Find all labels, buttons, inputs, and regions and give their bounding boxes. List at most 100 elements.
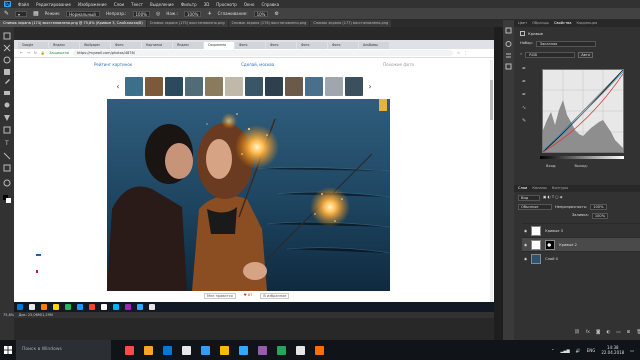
gallery-thumbnail[interactable]: [245, 76, 263, 96]
taskbar-app-icon[interactable]: [163, 345, 172, 355]
gallery-thumbnail[interactable]: [145, 76, 163, 96]
kind-label[interactable]: Вид: [518, 195, 540, 201]
taskbar-app-icon[interactable]: [315, 345, 324, 355]
document-canvas[interactable]: Google Яндекс Wallpaper Фото Картинки Ян…: [14, 40, 494, 312]
site-nav-left[interactable]: Рейтинг картинок: [94, 62, 132, 68]
menu-file[interactable]: Файл: [18, 2, 29, 7]
menu-dots-icon[interactable]: ⋮: [464, 51, 468, 55]
menu-text[interactable]: Текст: [131, 2, 143, 7]
hand-tool-icon[interactable]: ☝: [520, 52, 522, 58]
like-button[interactable]: Мне нравится: [204, 293, 236, 299]
menu-select[interactable]: Выделение: [150, 2, 174, 7]
eye-icon[interactable]: ◉: [524, 243, 527, 247]
taskbar-app-icon[interactable]: [296, 345, 305, 355]
reload-icon[interactable]: ↻: [34, 51, 37, 55]
doc-tab[interactable]: Снимок экрана (176) восстановлено.png: [228, 20, 310, 27]
forward-icon[interactable]: →: [27, 51, 30, 55]
network-icon[interactable]: ▂▄▆: [560, 348, 569, 353]
taskbar-app-icon[interactable]: [258, 345, 267, 355]
gallery-thumbnail[interactable]: [325, 76, 343, 96]
opacity-field[interactable]: 100%: [132, 10, 150, 17]
start-button[interactable]: [0, 340, 16, 360]
trash-icon[interactable]: 🗑: [636, 330, 640, 335]
gallery-thumbnail[interactable]: [265, 76, 283, 96]
adjust-icon[interactable]: ◐: [606, 330, 610, 335]
language-indicator[interactable]: ENG: [587, 348, 596, 353]
url-field[interactable]: https://mywall.com/photos/4876/: [73, 50, 454, 56]
tray-up-icon[interactable]: ⌃: [551, 348, 554, 353]
pencil-icon[interactable]: ✎: [522, 118, 526, 124]
tab-adjustments[interactable]: Коррекция: [577, 20, 598, 27]
star-icon[interactable]: ☆: [457, 51, 460, 55]
taskbar-app-icon[interactable]: [144, 345, 153, 355]
browser-tab[interactable]: Фото: [328, 42, 358, 49]
airbrush-icon[interactable]: ✈: [207, 11, 211, 17]
smoothing-field[interactable]: 10%: [253, 10, 269, 17]
gallery-thumbnail[interactable]: [185, 76, 203, 96]
clock[interactable]: 14:38 22.04.2018: [601, 345, 624, 355]
gallery-thumbnail[interactable]: [285, 76, 303, 96]
menu-window[interactable]: Окно: [244, 2, 255, 7]
next-arrow-icon[interactable]: ›: [366, 77, 374, 96]
brush-panel-icon[interactable]: ▦: [33, 10, 39, 17]
fx-icon[interactable]: fx: [586, 330, 590, 335]
layer-name[interactable]: Кривые 3: [545, 229, 563, 233]
doc-tab[interactable]: Снимок экрана (177) восстановлено.png: [310, 20, 392, 27]
opacity-field[interactable]: 100%: [590, 204, 607, 210]
taskbar-app-icon[interactable]: [239, 345, 248, 355]
tab-channels[interactable]: Каналы: [532, 185, 546, 192]
preset-select[interactable]: Заказная: [535, 41, 596, 47]
brush-size-field[interactable]: ▾: [15, 10, 28, 17]
tab-color[interactable]: Цвет: [518, 20, 527, 27]
gallery-thumbnail[interactable]: [305, 76, 323, 96]
volume-icon[interactable]: 🔊: [576, 348, 581, 353]
doc-tab[interactable]: Снимок экрана (175) восстановлено.png: [146, 20, 228, 27]
browser-scrollbar[interactable]: [490, 60, 493, 310]
browser-tab[interactable]: Wallpaper: [80, 42, 110, 49]
menu-help[interactable]: Справка: [261, 2, 279, 7]
browser-tab[interactable]: Картинки: [142, 42, 172, 49]
notifications-icon[interactable]: ▭: [630, 348, 634, 353]
brush-tool-icon[interactable]: ✎: [4, 10, 9, 17]
menu-layers[interactable]: Слои: [114, 2, 124, 7]
mask-icon[interactable]: ◙: [596, 330, 600, 335]
menu-edit[interactable]: Редактирование: [36, 2, 71, 7]
curves-graph[interactable]: [542, 69, 624, 153]
panel-icons[interactable]: [503, 20, 514, 140]
gallery-thumbnail[interactable]: [165, 76, 183, 96]
layer-row[interactable]: ◉ Кривые 3: [522, 223, 640, 237]
layer-row-selected[interactable]: ◉ Кривые 2: [522, 237, 640, 251]
browser-tab[interactable]: Google: [18, 42, 48, 49]
menu-image[interactable]: Изображение: [78, 2, 107, 7]
layer-row[interactable]: ◉ Слой 0: [522, 251, 640, 265]
flag-icon[interactable]: [36, 270, 41, 273]
menu-view[interactable]: Просмотр: [216, 2, 237, 7]
tab-swatches[interactable]: Образцы: [532, 20, 549, 27]
tab-properties[interactable]: Свойства: [554, 20, 572, 27]
gallery-thumbnail[interactable]: [345, 76, 363, 96]
layer-name[interactable]: Кривые 2: [559, 243, 577, 247]
folder-icon[interactable]: ▭: [616, 330, 620, 335]
site-nav-center[interactable]: Сделай, москва: [241, 62, 274, 68]
new-layer-icon[interactable]: ⊞: [627, 330, 631, 335]
taskbar-app-icon[interactable]: [125, 345, 134, 355]
main-photo[interactable]: [107, 99, 390, 291]
back-icon[interactable]: ←: [20, 51, 23, 55]
tool-icons[interactable]: T: [0, 27, 14, 227]
browser-tab[interactable]: Фото: [297, 42, 327, 49]
browser-tab[interactable]: Альбомы: [359, 42, 389, 49]
mode-select[interactable]: Нормальный: [66, 10, 101, 17]
eye-icon[interactable]: ◉: [524, 257, 527, 261]
browser-tab[interactable]: Фото: [266, 42, 296, 49]
eyedropper-white-icon[interactable]: ✒: [522, 92, 526, 98]
menu-filter[interactable]: Фильтр: [181, 2, 197, 7]
taskbar-app-icon[interactable]: [201, 345, 210, 355]
menu-3d[interactable]: 3D: [204, 2, 210, 7]
channel-select[interactable]: RGB: [525, 52, 576, 58]
eyedropper-black-icon[interactable]: ✒: [522, 66, 526, 72]
gallery-thumbnail[interactable]: [205, 76, 223, 96]
blend-select[interactable]: Обычные: [518, 204, 552, 210]
gallery-thumbnail[interactable]: [125, 76, 143, 96]
scroll-thumb[interactable]: [490, 80, 493, 120]
browser-tab[interactable]: Фото: [235, 42, 265, 49]
